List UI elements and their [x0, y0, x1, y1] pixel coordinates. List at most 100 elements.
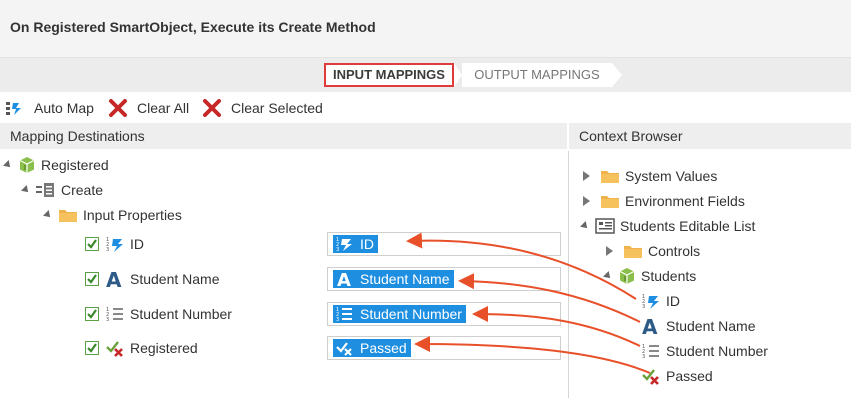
context-node-label: Students [641, 268, 697, 284]
auto-map-icon [5, 100, 25, 116]
context-field-student-number[interactable]: 123 Student Number [641, 340, 768, 362]
list-number-icon: 123 [105, 305, 125, 323]
chip-label: Passed [360, 340, 407, 356]
field-row-student-name[interactable]: A Student Name [85, 268, 220, 290]
page-header: On Registered SmartObject, Execute its C… [0, 0, 851, 58]
svg-text:A: A [106, 269, 122, 289]
svg-text:3: 3 [642, 304, 645, 310]
tree-node-label: Registered [41, 157, 109, 173]
context-field-label: Passed [666, 368, 713, 384]
text-icon: A [105, 269, 125, 289]
mapping-destinations-header: Mapping Destinations [0, 123, 567, 149]
mapping-drop-target-id[interactable]: 123 ID [327, 232, 561, 256]
mapped-chip-passed[interactable]: Passed [333, 339, 411, 357]
toolbar: Auto Map Clear All Clear Selected [0, 95, 851, 121]
tree-node-label: Create [61, 182, 104, 198]
context-node-students-editable-list[interactable]: Students Editable List [580, 215, 756, 237]
clear-selected-label: Clear Selected [231, 100, 323, 116]
collapse-icon[interactable] [583, 171, 590, 181]
svg-text:A: A [642, 316, 658, 336]
auto-map-button[interactable]: Auto Map [5, 98, 94, 118]
expand-icon[interactable] [21, 185, 31, 195]
yesno-icon [641, 367, 661, 385]
tree-node-registered[interactable]: Registered [3, 154, 109, 176]
context-field-label: Student Name [666, 318, 756, 334]
clear-selected-button[interactable]: Clear Selected [202, 98, 323, 118]
clear-all-label: Clear All [137, 100, 190, 116]
wizard-steps: INPUT MAPPINGS OUTPUT MAPPINGS [0, 58, 851, 92]
collapse-icon[interactable] [606, 246, 613, 256]
context-field-label: ID [666, 293, 680, 309]
text-icon: A [641, 316, 661, 336]
mapped-chip-student-name[interactable]: A Student Name [333, 270, 454, 288]
number-icon: 123 [105, 235, 125, 253]
context-node-students[interactable]: Students [603, 265, 697, 287]
chip-label: ID [360, 236, 374, 252]
folder-icon [600, 193, 620, 209]
mapping-destinations-title: Mapping Destinations [10, 128, 145, 144]
step-chevron [454, 63, 462, 87]
expand-icon[interactable] [580, 221, 590, 231]
mapping-destinations-tree: Registered Create Input Properties 123 I… [0, 151, 567, 398]
context-node-label: Environment Fields [625, 193, 745, 209]
svg-text:3: 3 [106, 247, 109, 253]
field-row-student-number[interactable]: 123 Student Number [85, 303, 232, 325]
number-icon: 123 [336, 236, 354, 252]
field-label: Student Name [130, 271, 220, 287]
mapped-chip-student-number[interactable]: 123 Student Number [333, 305, 466, 323]
svg-text:3: 3 [642, 354, 645, 360]
field-checkbox[interactable] [85, 341, 99, 355]
yesno-icon [105, 339, 125, 357]
list-number-icon: 123 [641, 342, 661, 360]
tab-input-mappings[interactable]: INPUT MAPPINGS [324, 63, 454, 87]
svg-text:3: 3 [106, 317, 109, 323]
context-node-label: Controls [648, 243, 701, 259]
chip-label: Student Name [360, 271, 450, 287]
collapse-icon[interactable] [583, 196, 590, 206]
folder-icon [623, 243, 643, 259]
tree-node-label: Input Properties [83, 207, 182, 223]
svg-text:3: 3 [336, 247, 339, 252]
svg-text:A: A [337, 270, 351, 288]
page-title: On Registered SmartObject, Execute its C… [10, 19, 376, 35]
smartobject-cube-icon [618, 267, 636, 285]
context-node-system-values[interactable]: System Values [583, 165, 717, 187]
tab-output-mappings[interactable]: OUTPUT MAPPINGS [462, 63, 612, 87]
svg-text:3: 3 [336, 317, 339, 322]
context-node-label: Students Editable List [620, 218, 756, 234]
step-chevron-end [612, 63, 622, 87]
expand-icon[interactable] [43, 210, 53, 220]
tree-node-input-properties[interactable]: Input Properties [43, 204, 182, 226]
field-checkbox[interactable] [85, 237, 99, 251]
auto-map-label: Auto Map [34, 100, 94, 116]
field-row-registered[interactable]: Registered [85, 337, 198, 359]
folder-icon [58, 207, 78, 223]
field-label: Student Number [130, 306, 232, 322]
context-field-student-name[interactable]: A Student Name [641, 315, 756, 337]
clear-all-button[interactable]: Clear All [108, 98, 189, 118]
tree-node-create[interactable]: Create [21, 179, 104, 201]
field-checkbox[interactable] [85, 272, 99, 286]
mapping-drop-target-student-number[interactable]: 123 Student Number [327, 302, 561, 326]
list-number-icon: 123 [336, 306, 354, 322]
mapping-drop-target-registered[interactable]: Passed [327, 336, 561, 360]
context-node-environment-fields[interactable]: Environment Fields [583, 190, 745, 212]
expand-icon[interactable] [3, 160, 13, 170]
field-label: ID [130, 236, 144, 252]
context-node-label: System Values [625, 168, 718, 184]
field-label: Registered [130, 340, 198, 356]
chip-label: Student Number [360, 306, 462, 322]
context-node-controls[interactable]: Controls [606, 240, 700, 262]
number-icon: 123 [641, 292, 661, 310]
method-icon [36, 182, 56, 198]
context-field-passed[interactable]: Passed [641, 365, 713, 387]
field-row-id[interactable]: 123 ID [85, 233, 144, 255]
mapped-chip-id[interactable]: 123 ID [333, 235, 378, 253]
yesno-icon [336, 340, 354, 356]
mapping-drop-target-student-name[interactable]: A Student Name [327, 267, 561, 291]
clear-all-icon [108, 99, 128, 117]
expand-icon[interactable] [603, 271, 613, 281]
text-icon: A [336, 270, 354, 288]
context-field-id[interactable]: 123 ID [641, 290, 680, 312]
field-checkbox[interactable] [85, 307, 99, 321]
